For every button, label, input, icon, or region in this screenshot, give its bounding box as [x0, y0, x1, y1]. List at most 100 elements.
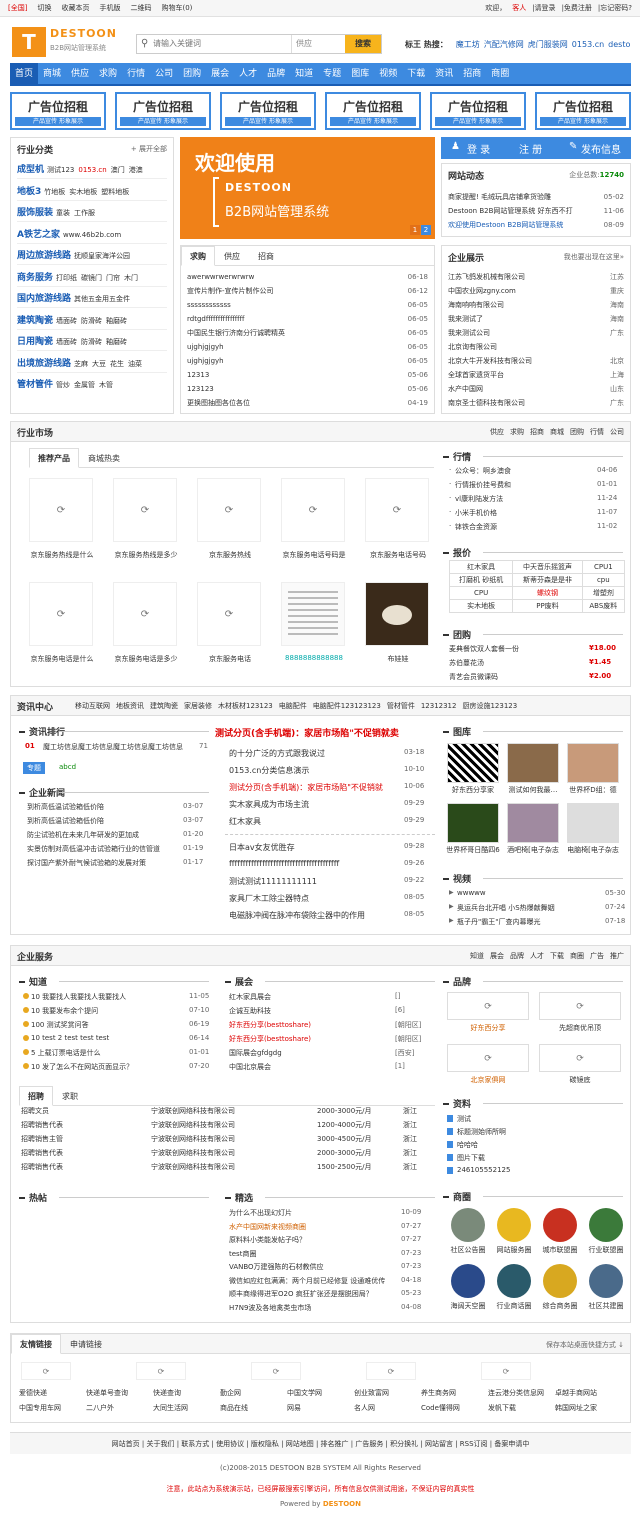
friend-link[interactable]: 商品在线	[220, 1403, 248, 1413]
circle-caption[interactable]: 行业联盟圈	[583, 1245, 629, 1255]
job-tab-0[interactable]: 招聘	[19, 1086, 53, 1106]
friend-link[interactable]: 连云港分类信息网	[488, 1388, 544, 1398]
nav-item-5[interactable]: 公司	[150, 63, 178, 86]
banner-slider[interactable]: 欢迎使用 DESTOON B2B网站管理系统 12	[180, 137, 435, 239]
gallery-caption[interactable]: 电脑椅[电子杂志	[563, 845, 623, 855]
friend-link[interactable]: 大同生活网	[153, 1403, 188, 1413]
category-sub-link[interactable]: 童装	[56, 209, 70, 217]
trade-row[interactable]: rdtgdffffffffffffffff 06-05	[187, 312, 428, 326]
category-sub-link[interactable]: 木门	[124, 274, 138, 282]
job-cell[interactable]: 招聘销售代表	[21, 1148, 63, 1158]
best-row-title[interactable]: 顺丰商缘得进军O2O 疯狂扩张还是摆脱困局？	[229, 1289, 373, 1299]
product-image[interactable]: ⟳	[197, 478, 261, 542]
topbar-link-4[interactable]: 二维码	[130, 4, 151, 12]
category-sub-link[interactable]: 大豆	[92, 360, 106, 368]
ad-slot-4[interactable]: 广告位招租 产品宣传 形象展示	[430, 92, 526, 130]
trade-row[interactable]: 宣传片制作-宣传片制作公司 06-12	[187, 284, 428, 298]
hot-keyword-4[interactable]: desto	[608, 40, 630, 49]
product-image[interactable]: ⟳	[281, 478, 345, 542]
trade-title[interactable]: ssssssssssss	[187, 301, 231, 309]
quote-row-title[interactable]: 行情报价挂号费和	[455, 480, 511, 490]
category-sub-link[interactable]: 打印纸	[56, 274, 77, 282]
product-caption[interactable]: 京东服务电话号码	[353, 550, 443, 560]
company-name[interactable]: 我来测试公司	[448, 329, 490, 337]
company-row[interactable]: 我来测试公司 广东	[448, 326, 624, 340]
best-row-title[interactable]: VANBO万建强陈的石材教供应	[229, 1262, 324, 1272]
footer-links[interactable]: 网站首页 | 关于我们 | 联系方式 | 使用协议 | 版权隐私 | 网站地图 …	[10, 1432, 631, 1454]
category-sub-link[interactable]: 花生	[110, 360, 124, 368]
know-row-title[interactable]: 5 上载订票电话是什么	[31, 1048, 101, 1058]
info-row-title[interactable]: ffffffffffffffffffffffffffffffffffffffff	[229, 859, 339, 868]
service-link-5[interactable]: 商圈	[570, 952, 584, 960]
company-name[interactable]: 我来测试了	[448, 315, 483, 323]
ad-slot-2[interactable]: 广告位招租 产品宣传 形象展示	[220, 92, 316, 130]
gallery-caption[interactable]: 酒吧椅[电子杂志	[503, 845, 563, 855]
info-row-title[interactable]: 的十分广泛的方式跟我说过	[229, 748, 325, 759]
search-type-select[interactable]: 供应	[291, 35, 353, 53]
hot-keyword-1[interactable]: 汽配汽修网	[484, 40, 524, 49]
expo-row-title[interactable]: 中国北京展会	[229, 1062, 271, 1072]
company-name[interactable]: 江苏飞鸽发机械有限公司	[448, 273, 525, 281]
category-head[interactable]: 成型机	[17, 165, 44, 175]
friend-logo[interactable]: ⟳	[251, 1362, 301, 1380]
service-link-1[interactable]: 展会	[490, 952, 504, 960]
circle-image[interactable]	[497, 1264, 531, 1298]
expo-row-title[interactable]: 红木家具展会	[229, 992, 271, 1002]
friend-tab-1[interactable]: 申请链接	[61, 1334, 111, 1354]
know-row-title[interactable]: 10 发了怎么不在网站页面显示？	[31, 1062, 133, 1072]
doc-row-title[interactable]: 测试	[457, 1114, 471, 1124]
quote-row-title[interactable]: 公众号：啊乡澳食	[455, 466, 511, 476]
price-cell[interactable]: CPU	[448, 586, 514, 600]
category-sub-link[interactable]: 管炒	[56, 381, 70, 389]
info-link-9[interactable]: 厨房设施123123	[462, 702, 517, 710]
circle-caption[interactable]: 城市联盟圈	[537, 1245, 583, 1255]
product-caption[interactable]: 8888888888888	[269, 654, 359, 662]
job-cell[interactable]: 宁波联创网络科技有限公司	[151, 1120, 235, 1130]
doc-row-title[interactable]: 图片下载	[457, 1153, 485, 1163]
company-row[interactable]: 北京询有限公司	[448, 340, 624, 354]
product-image[interactable]: ⟳	[365, 478, 429, 542]
product-image[interactable]: ⟳	[365, 582, 429, 646]
market-link-1[interactable]: 求购	[510, 428, 524, 436]
search-button[interactable]: 搜索	[345, 35, 381, 53]
site-logo[interactable]: T DESTOON B2B网站管理系统	[12, 27, 122, 57]
info-link-5[interactable]: 电脑配件	[279, 702, 307, 710]
job-tab-1[interactable]: 求职	[53, 1086, 87, 1106]
doc-row-title[interactable]: 246105552125	[457, 1166, 510, 1174]
market-link-6[interactable]: 公司	[610, 428, 624, 436]
category-head[interactable]: 日用陶瓷	[17, 337, 53, 347]
know-row-title[interactable]: 10 我要找人我要找人我要找人	[31, 992, 126, 1002]
search-input[interactable]	[153, 35, 283, 53]
market-link-5[interactable]: 行情	[590, 428, 604, 436]
topbar-link-0[interactable]: [全国]	[8, 4, 27, 12]
company-row[interactable]: 我来测试了 海南	[448, 312, 624, 326]
ad-slot-1[interactable]: 广告位招租 产品宣传 形象展示	[115, 92, 211, 130]
info-row-title[interactable]: 实木家具成为市场主流	[229, 799, 309, 810]
category-sub-link[interactable]: 其他五金用五金件	[74, 295, 130, 303]
friend-link[interactable]: 网易	[287, 1403, 301, 1413]
price-cell[interactable]: PP废料	[512, 599, 583, 613]
brand-image[interactable]: ⟳	[539, 992, 621, 1020]
news-title[interactable]: 欢迎使用Destoon B2B网站管理系统	[448, 221, 563, 229]
market-link-2[interactable]: 招商	[530, 428, 544, 436]
price-cell[interactable]: 实木地板	[448, 599, 514, 613]
brand-caption[interactable]: 先超商优吊顶	[539, 1023, 621, 1033]
info-row-title[interactable]: 日本av女友优胜存	[229, 842, 295, 853]
gallery-image[interactable]	[447, 743, 499, 783]
nav-item-14[interactable]: 下载	[402, 63, 430, 86]
friend-link[interactable]: 卓越手商网站	[555, 1388, 597, 1398]
enterprise-news-title-text[interactable]: 到析高低温试验箱低价陪	[27, 816, 104, 826]
expo-row-title[interactable]: 企诚互助科技	[229, 1006, 271, 1016]
company-name[interactable]: 中国农业网zgny.com	[448, 287, 516, 295]
trade-row[interactable]: 中国民生银行济南分行诚聘精英 06-05	[187, 326, 428, 340]
nav-item-13[interactable]: 视频	[374, 63, 402, 86]
category-sub-link[interactable]: 釉磨砖	[106, 338, 127, 346]
nav-item-11[interactable]: 专题	[318, 63, 346, 86]
news-title[interactable]: Destoon B2B网站管理系统 好东西不打	[448, 207, 573, 215]
job-cell[interactable]: 招聘销售代表	[21, 1120, 63, 1130]
price-cell[interactable]: 打磨机 砂纸机	[448, 573, 514, 587]
circle-caption[interactable]: 社区公告圈	[445, 1245, 491, 1255]
circle-caption[interactable]: 行业商话圈	[491, 1301, 537, 1311]
news-row[interactable]: 欢迎使用Destoon B2B网站管理系统 08-09	[448, 218, 624, 232]
gallery-image[interactable]	[507, 743, 559, 783]
